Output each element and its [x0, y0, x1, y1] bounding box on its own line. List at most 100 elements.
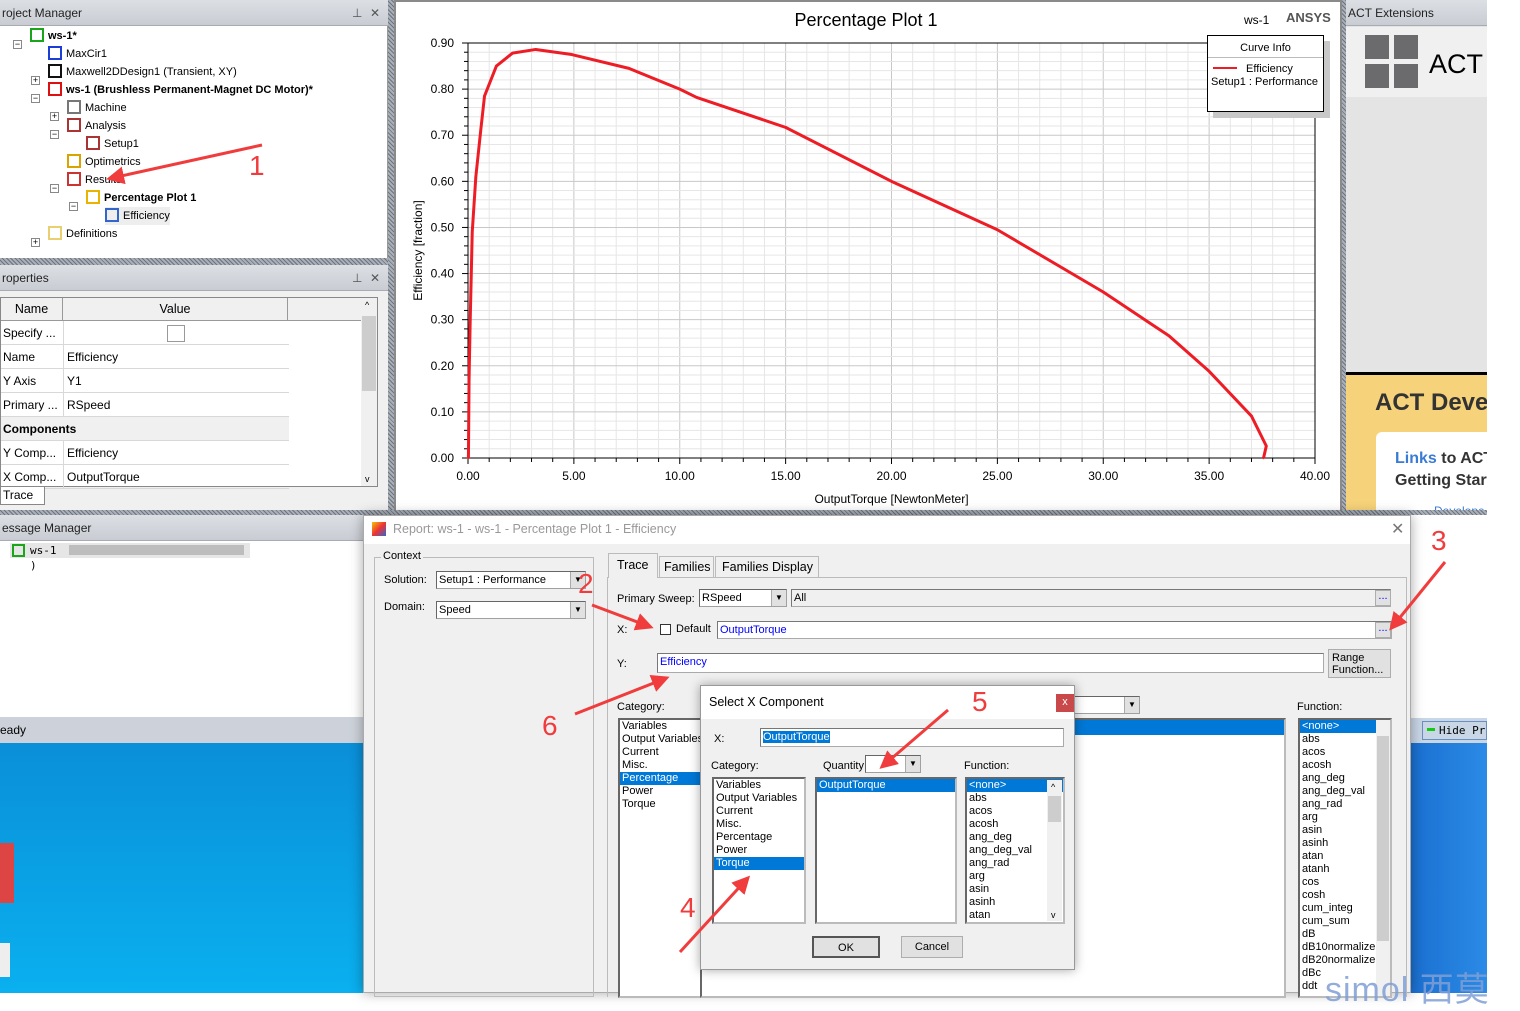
primary-sweep-select[interactable]: RSpeed ▼: [699, 589, 787, 607]
chevron-down-icon[interactable]: ▼: [905, 756, 920, 772]
expand-toggle[interactable]: +: [31, 76, 40, 85]
list-item[interactable]: Percentage: [714, 831, 804, 844]
property-value[interactable]: OutputTorque: [67, 465, 140, 489]
scrollbar[interactable]: [1376, 720, 1390, 996]
chevron-down-icon[interactable]: ▼: [1124, 697, 1139, 713]
links-link[interactable]: Links: [1395, 450, 1437, 467]
pin-icon[interactable]: ⊥: [352, 265, 362, 291]
tree-item[interactable]: ws-1*: [30, 27, 77, 45]
list-item[interactable]: Output Variables: [620, 733, 700, 746]
expand-toggle[interactable]: −: [31, 94, 40, 103]
property-value[interactable]: Efficiency: [67, 441, 118, 465]
quantity-list[interactable]: OutputTorque: [815, 777, 957, 924]
expand-toggle[interactable]: −: [50, 184, 59, 193]
hide-progress-button[interactable]: Hide Pr: [1422, 721, 1487, 740]
desktop-icon[interactable]: [0, 943, 10, 977]
close-icon[interactable]: ✕: [1391, 519, 1404, 539]
domain-select[interactable]: Speed ▼: [436, 601, 586, 619]
property-value[interactable]: Efficiency: [67, 345, 118, 369]
list-item[interactable]: OutputTorque: [817, 779, 955, 792]
range-function-button[interactable]: Range Function...: [1328, 649, 1391, 678]
y-tick-label: 0.40: [431, 267, 455, 281]
tree-item[interactable]: Efficiency: [105, 207, 170, 225]
legend[interactable]: Curve Info Efficiency Setup1 : Performan…: [1207, 35, 1324, 112]
tab-trace[interactable]: Trace: [608, 553, 658, 578]
x-component-field[interactable]: OutputTorque: [760, 728, 1064, 747]
property-row[interactable]: Specify ...: [1, 321, 289, 345]
property-row[interactable]: Primary ... RSpeed: [1, 393, 289, 417]
splitter[interactable]: [0, 258, 392, 265]
tree-item[interactable]: Maxwell2DDesign1 (Transient, XY): [48, 63, 237, 81]
tree-item[interactable]: MaxCir1: [48, 45, 107, 63]
list-item[interactable]: Percentage: [620, 772, 700, 785]
tab-families[interactable]: Families: [659, 556, 714, 578]
efficiency-trace: [466, 47, 1268, 459]
property-name: Name: [3, 350, 36, 364]
scrollbar[interactable]: ^ v: [1047, 780, 1062, 921]
property-row[interactable]: X Comp... OutputTorque: [1, 465, 289, 489]
tree-item[interactable]: ws-1 (Brushless Permanent-Magnet DC Moto…: [48, 81, 313, 99]
specify-checkbox[interactable]: [167, 325, 185, 342]
expand-toggle[interactable]: +: [50, 112, 59, 121]
list-item[interactable]: Misc.: [620, 759, 700, 772]
x-ellipsis-button[interactable]: ...: [1375, 622, 1391, 638]
tree-item[interactable]: Setup1: [86, 135, 139, 153]
ansys-logo: ANSYS: [1286, 10, 1331, 25]
list-item[interactable]: Power: [714, 844, 804, 857]
tree-item-label: ws-1*: [48, 30, 77, 42]
tree-item[interactable]: Results: [67, 171, 122, 189]
property-row[interactable]: Name Efficiency: [1, 345, 289, 369]
scrollbar[interactable]: ^ v: [361, 298, 377, 486]
tab-trace[interactable]: Trace: [0, 487, 45, 505]
close-icon[interactable]: ✕: [370, 265, 380, 291]
y-expression-field[interactable]: Efficiency: [657, 653, 1324, 673]
property-row[interactable]: Y Comp... Efficiency: [1, 441, 289, 465]
tree-item[interactable]: Percentage Plot 1: [86, 189, 196, 207]
tab-families-display[interactable]: Families Display: [715, 556, 819, 578]
close-icon[interactable]: ✕: [370, 0, 380, 26]
list-item[interactable]: Power: [620, 785, 700, 798]
property-value[interactable]: Y1: [67, 369, 82, 393]
list-item[interactable]: Current: [714, 805, 804, 818]
list-item[interactable]: Output Variables: [714, 792, 804, 805]
category-list[interactable]: Variables Output Variables Current Misc. Per…: [712, 777, 806, 924]
list-item[interactable]: Current: [620, 746, 700, 759]
column-header-name[interactable]: Name: [1, 298, 63, 321]
tree-item[interactable]: Analysis: [67, 117, 126, 135]
sweep-range-field[interactable]: All: [791, 589, 1391, 607]
list-item[interactable]: Variables: [714, 779, 804, 792]
expand-toggle[interactable]: −: [50, 130, 59, 139]
quantity-filter-select[interactable]: ▼: [865, 755, 921, 773]
property-row[interactable]: Components: [1, 417, 289, 441]
tree-item[interactable]: Machine: [67, 99, 127, 117]
desktop-icon[interactable]: [0, 843, 14, 903]
pin-icon[interactable]: ⊥: [352, 0, 362, 26]
expand-toggle[interactable]: +: [31, 238, 40, 247]
list-item[interactable]: Variables: [620, 720, 700, 733]
solution-select[interactable]: Setup1 : Performance ▼: [436, 571, 586, 589]
chevron-down-icon[interactable]: ▼: [570, 602, 585, 618]
default-checkbox[interactable]: [660, 624, 671, 635]
quantity-filter-select[interactable]: ▼: [1072, 696, 1140, 714]
property-value[interactable]: RSpeed: [67, 393, 110, 417]
expand-toggle[interactable]: −: [13, 40, 22, 49]
chevron-down-icon[interactable]: ▼: [771, 590, 786, 606]
list-item[interactable]: Torque: [620, 798, 700, 811]
sweep-ellipsis-button[interactable]: ...: [1375, 590, 1391, 606]
efficiency-chart[interactable]: 0.00 5.00 10.00 15.00 20.00 25.00 30.00 35.00 40…: [396, 2, 1340, 510]
list-item[interactable]: Torque: [714, 857, 804, 870]
expand-toggle[interactable]: −: [69, 202, 78, 211]
context-group: [374, 557, 594, 997]
message-item[interactable]: ws-1 ): [10, 543, 250, 572]
property-row[interactable]: Y Axis Y1: [1, 369, 289, 393]
panel-title: roject Manager: [2, 6, 83, 20]
close-button[interactable]: x: [1056, 694, 1074, 712]
x-expression-field[interactable]: OutputTorque: [717, 621, 1392, 639]
category-list[interactable]: Variables Output Variables Current Misc. Per…: [618, 718, 702, 998]
tree-item[interactable]: Optimetrics: [67, 153, 141, 171]
tree-item[interactable]: Definitions: [48, 225, 117, 243]
list-item[interactable]: Misc.: [714, 818, 804, 831]
column-header-value[interactable]: Value: [63, 298, 288, 321]
ok-button[interactable]: OK: [812, 936, 880, 958]
cancel-button[interactable]: Cancel: [901, 936, 963, 958]
